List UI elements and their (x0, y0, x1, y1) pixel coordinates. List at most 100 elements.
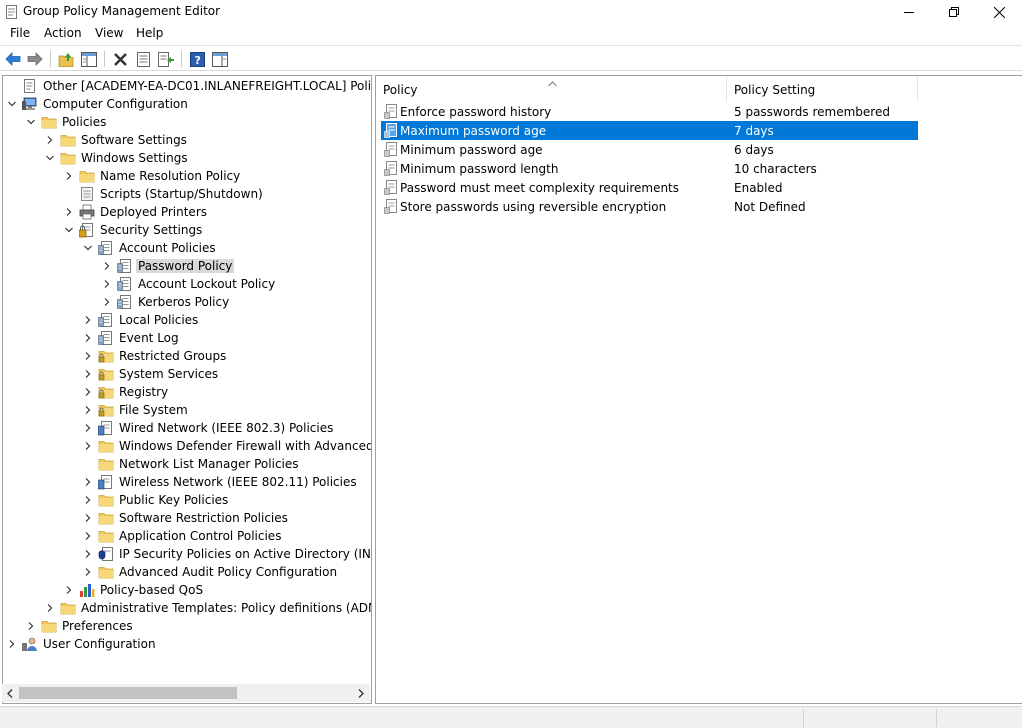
folder-icon (41, 114, 57, 130)
tree-node[interactable]: Administrative Templates: Policy definit… (3, 599, 371, 617)
tree-node[interactable]: System Services (3, 365, 371, 383)
chevron-right-icon[interactable] (82, 404, 94, 416)
properties-icon[interactable] (134, 50, 152, 68)
tree-node[interactable]: Account Policies (3, 239, 371, 257)
tree-node[interactable]: Network List Manager Policies (3, 455, 371, 473)
tree-node[interactable]: Windows Defender Firewall with Advanced … (3, 437, 371, 455)
chevron-right-icon[interactable] (82, 422, 94, 434)
chevron-down-icon[interactable] (44, 152, 56, 164)
chevron-right-icon[interactable] (25, 620, 37, 632)
tree-node[interactable]: Password Policy (3, 257, 371, 275)
policy-row[interactable]: Password must meet complexity requiremen… (381, 178, 918, 197)
chevron-right-icon[interactable] (101, 278, 113, 290)
chevron-right-icon[interactable] (82, 512, 94, 524)
export-list-icon[interactable] (157, 50, 175, 68)
maximize-button[interactable] (931, 0, 977, 24)
tree-node[interactable]: Preferences (3, 617, 371, 635)
tree-node[interactable]: IP Security Policies on Active Directory… (3, 545, 371, 563)
locked-folder-icon (98, 402, 114, 418)
chevron-right-icon[interactable] (82, 530, 94, 542)
policy-row[interactable]: Minimum password age 6 days (381, 140, 918, 159)
tree-node[interactable]: Software Restriction Policies (3, 509, 371, 527)
menu-view[interactable]: View (95, 26, 123, 40)
tree-node[interactable]: Security Settings (3, 221, 371, 239)
menu-help[interactable]: Help (136, 26, 163, 40)
chevron-right-icon[interactable] (82, 440, 94, 452)
tree-node-label: Policies (62, 115, 107, 129)
minimize-button[interactable] (886, 0, 932, 24)
tree-node[interactable]: Wireless Network (IEEE 802.11) Policies (3, 473, 371, 491)
column-header-policy-setting[interactable]: Policy Setting (727, 76, 917, 102)
policy-row[interactable]: Enforce password history 5 passwords reme… (381, 102, 918, 121)
tree-node[interactable]: Deployed Printers (3, 203, 371, 221)
chevron-right-icon[interactable] (6, 638, 18, 650)
chevron-right-icon[interactable] (101, 296, 113, 308)
tree-node[interactable]: Application Control Policies (3, 527, 371, 545)
tree-node[interactable]: Public Key Policies (3, 491, 371, 509)
chevron-down-icon[interactable] (82, 242, 94, 254)
tree-node[interactable]: Kerberos Policy (3, 293, 371, 311)
chevron-right-icon[interactable] (82, 566, 94, 578)
chevron-right-icon[interactable] (82, 476, 94, 488)
chevron-right-icon[interactable] (63, 584, 75, 596)
back-icon[interactable] (4, 50, 22, 68)
chevron-down-icon[interactable] (25, 116, 37, 128)
chevron-right-icon[interactable] (63, 206, 75, 218)
chevron-right-icon[interactable] (82, 314, 94, 326)
chevron-right-icon[interactable] (82, 368, 94, 380)
scrollbar-thumb[interactable] (19, 687, 237, 699)
menu-action[interactable]: Action (44, 26, 82, 40)
chevron-right-icon[interactable] (63, 170, 75, 182)
forward-icon[interactable] (26, 50, 44, 68)
show-hide-tree-icon[interactable] (80, 50, 98, 68)
tree-node-label: Windows Defender Firewall with Advanced … (119, 439, 372, 453)
chevron-right-icon[interactable] (44, 602, 56, 614)
tree-horizontal-scrollbar[interactable] (2, 684, 370, 702)
tree-node[interactable]: Windows Settings (3, 149, 371, 167)
tree-node[interactable]: User Configuration (3, 635, 371, 653)
tree-node[interactable]: Computer Configuration (3, 95, 371, 113)
help-icon[interactable]: ? (188, 50, 206, 68)
chevron-right-icon[interactable] (82, 350, 94, 362)
tree-node-label: Public Key Policies (119, 493, 229, 507)
tree-node-label: Windows Settings (81, 151, 188, 165)
show-hide-action-pane-icon[interactable] (211, 50, 229, 68)
tree-node[interactable]: Wired Network (IEEE 802.3) Policies (3, 419, 371, 437)
tree-node[interactable]: Policies (3, 113, 371, 131)
tree-node[interactable]: Name Resolution Policy (3, 167, 371, 185)
chevron-down-icon[interactable] (63, 224, 75, 236)
up-folder-icon[interactable] (57, 50, 75, 68)
chevron-down-icon[interactable] (6, 98, 18, 110)
policy-row[interactable]: Minimum password length 10 characters (381, 159, 918, 178)
scroll-left-arrow-icon[interactable] (2, 684, 18, 702)
policy-setting-icon (384, 104, 398, 119)
tree-node[interactable]: Local Policies (3, 311, 371, 329)
chevron-right-icon[interactable] (101, 260, 113, 272)
policy-row[interactable]: Maximum password age 7 days (381, 121, 918, 140)
tree-node[interactable]: Registry (3, 383, 371, 401)
chevron-right-icon[interactable] (82, 386, 94, 398)
tree-node[interactable]: Scripts (Startup/Shutdown) (3, 185, 371, 203)
tree-node[interactable]: Software Settings (3, 131, 371, 149)
tree-node[interactable]: Event Log (3, 329, 371, 347)
tree-node[interactable]: Restricted Groups (3, 347, 371, 365)
tree-node[interactable]: File System (3, 401, 371, 419)
policy-setting-value: 10 characters (734, 162, 817, 176)
chevron-right-icon[interactable] (82, 332, 94, 344)
tree-node[interactable]: Other [ACADEMY-EA-DC01.INLANEFREIGHT.LOC… (3, 77, 371, 95)
tree-node[interactable]: Advanced Audit Policy Configuration (3, 563, 371, 581)
chevron-right-icon[interactable] (44, 134, 56, 146)
close-button[interactable] (976, 0, 1022, 24)
scroll-right-arrow-icon[interactable] (353, 684, 369, 702)
tree-node[interactable]: Account Lockout Policy (3, 275, 371, 293)
policy-row[interactable]: Store passwords using reversible encrypt… (381, 197, 918, 216)
policy-setting-icon (384, 199, 398, 214)
column-separator[interactable] (917, 76, 918, 102)
folder-icon (98, 510, 114, 526)
delete-icon[interactable] (111, 50, 129, 68)
tree-node[interactable]: Policy-based QoS (3, 581, 371, 599)
chevron-right-icon[interactable] (82, 494, 94, 506)
menu-file[interactable]: File (10, 26, 30, 40)
console-tree-pane[interactable]: Other [ACADEMY-EA-DC01.INLANEFREIGHT.LOC… (2, 75, 372, 704)
chevron-right-icon[interactable] (82, 548, 94, 560)
